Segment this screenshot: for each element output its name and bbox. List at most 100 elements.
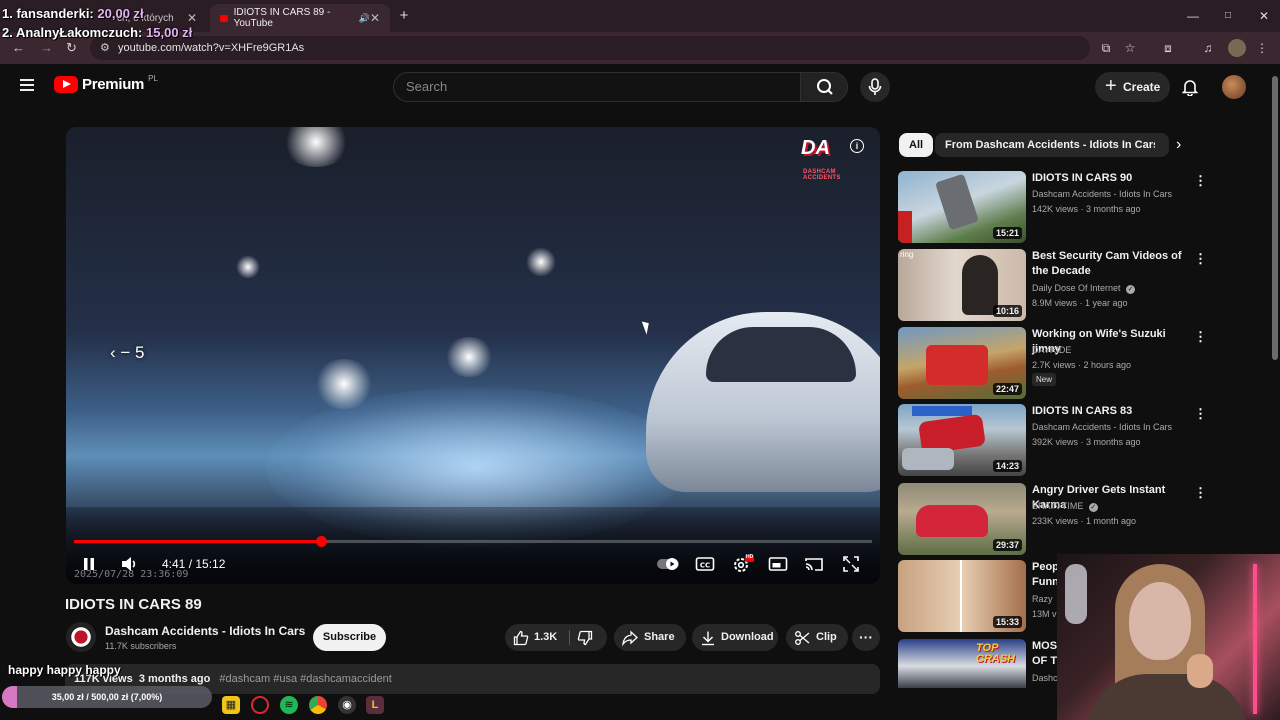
dislike-button[interactable] — [577, 630, 593, 657]
upload-age: 3 months ago — [138, 673, 211, 685]
more-actions-button[interactable]: ··· — [852, 624, 880, 651]
search-input[interactable]: Search — [393, 72, 801, 102]
seek-back-indicator: ‹ − 5 — [110, 343, 145, 362]
chip-all[interactable]: All — [899, 133, 934, 157]
recommendation-title[interactable]: IDIOTS IN CARS 90 — [1032, 171, 1190, 186]
search-button[interactable] — [800, 72, 848, 102]
chevron-right-icon[interactable]: › — [1176, 136, 1181, 154]
recommendation-channel[interactable]: Dashcam Accidents - Idiots In Cars — [1032, 189, 1172, 199]
install-app-icon[interactable]: ⧉ — [1098, 40, 1114, 56]
recommended-video[interactable]: 29:37 Angry Driver Gets Instant Karma BR… — [898, 483, 1207, 555]
share-label: Share — [644, 631, 675, 643]
recommended-video[interactable]: 22:47 Working on Wife's Suzuki jimny DAY… — [898, 327, 1207, 399]
verified-check-icon: ✓ — [1126, 285, 1136, 294]
duration-badge: 29:37 — [992, 539, 1022, 551]
maximize-button[interactable]: □ — [1218, 6, 1238, 26]
thumbnail-split — [960, 560, 962, 632]
more-vertical-icon[interactable]: ⋮ — [1194, 406, 1207, 422]
subscribe-button[interactable]: Subscribe — [313, 624, 386, 651]
pause-button[interactable] — [80, 552, 98, 576]
settings-button[interactable]: HD — [730, 552, 754, 576]
video-thumbnail[interactable]: TOP CRASH — [898, 639, 1026, 688]
autoplay-toggle[interactable] — [656, 552, 680, 576]
share-button[interactable]: Share — [614, 624, 686, 651]
theater-mode-button[interactable] — [767, 552, 789, 576]
hashtags[interactable]: #dashcam #usa #dashcamaccident — [219, 673, 391, 685]
more-vertical-icon[interactable]: ⋮ — [1194, 329, 1207, 345]
scrollbar-thumb[interactable] — [1272, 76, 1278, 360]
recommendation-title[interactable]: IDIOTS IN CARS 83 — [1032, 404, 1190, 419]
profile-avatar[interactable] — [1228, 39, 1246, 57]
obs-icon[interactable]: ◉ — [338, 696, 356, 714]
clip-button[interactable]: Clip — [786, 624, 848, 651]
recommendation-channel[interactable]: Dashc — [1032, 673, 1058, 683]
video-player[interactable]: DA DASHCAM ACCIDENTS i ‹ − 5 2025/07/28 … — [66, 127, 880, 584]
hamburger-menu-icon[interactable] — [20, 79, 34, 91]
description-meta: 117K views 3 months ago #dashcam #usa #d… — [74, 673, 392, 685]
more-vertical-icon[interactable]: ⋮ — [1194, 251, 1207, 267]
account-avatar[interactable] — [1222, 75, 1246, 99]
fullscreen-button[interactable] — [840, 552, 862, 576]
info-icon[interactable]: i — [850, 139, 864, 153]
close-window-button[interactable]: ✕ — [1254, 6, 1274, 26]
video-thumbnail[interactable]: 15:21 — [898, 171, 1026, 243]
browser-menu-icon[interactable]: ⋮ — [1254, 40, 1270, 56]
new-tab-button[interactable]: + — [394, 6, 414, 26]
video-thumbnail[interactable]: 22:47 — [898, 327, 1026, 399]
cast-button[interactable] — [803, 552, 825, 576]
taskbar-app-icon[interactable]: ▦ — [222, 696, 240, 714]
chip-from-channel[interactable]: From Dashcam Accidents - Idiots In Cars — [935, 133, 1170, 157]
video-thumbnail[interactable]: 14:23 — [898, 404, 1026, 476]
chrome-icon[interactable] — [309, 696, 327, 714]
recommendation-channel[interactable]: BRAIN TIME ✓ — [1032, 501, 1098, 512]
opera-icon[interactable] — [251, 696, 269, 714]
volume-button[interactable] — [118, 552, 140, 576]
minimize-button[interactable]: — — [1183, 6, 1203, 26]
recommendation-channel[interactable]: Razy — [1032, 594, 1053, 604]
video-thumbnail[interactable]: 15:33 — [898, 560, 1026, 632]
captions-button[interactable]: CC — [694, 552, 716, 576]
recommended-video[interactable]: 14:23 IDIOTS IN CARS 83 Dashcam Accident… — [898, 404, 1207, 476]
notifications-bell-icon[interactable] — [1182, 78, 1198, 96]
url-field[interactable]: ⚙ youtube.com/watch?v=XHFre9GR1As — [90, 36, 1090, 60]
new-badge: New — [1032, 373, 1057, 386]
hd-badge: HD — [746, 554, 754, 560]
verified-check-icon: ✓ — [1088, 503, 1098, 512]
browser-tab-active[interactable]: IDIOTS IN CARS 89 - YouTube 🔊 ✕ — [210, 4, 390, 32]
video-thumbnail[interactable]: ring 10:16 — [898, 249, 1026, 321]
media-control-icon[interactable]: ♫ — [1200, 40, 1216, 56]
channel-avatar[interactable] — [66, 622, 96, 652]
channel-name[interactable]: Dashcam Accidents - Idiots In Cars — [105, 624, 305, 638]
close-tab-icon[interactable]: ✕ — [187, 11, 197, 25]
download-button[interactable]: Download — [692, 624, 778, 651]
back-arrow-icon[interactable]: ← — [12, 40, 25, 55]
recommended-video[interactable]: ring 10:16 Best Security Cam Videos of t… — [898, 249, 1207, 321]
extensions-icon[interactable]: ⧈ — [1160, 40, 1176, 56]
reload-icon[interactable]: ↻ — [66, 40, 77, 56]
thumbs-up-icon — [513, 630, 529, 646]
recommendation-channel[interactable]: Daily Dose Of Internet ✓ — [1032, 283, 1136, 294]
recommended-video[interactable]: 15:21 IDIOTS IN CARS 90 Dashcam Accident… — [898, 171, 1207, 243]
chip-partial[interactable] — [1155, 133, 1167, 157]
create-button[interactable]: Create — [1095, 71, 1170, 102]
active-app-icon[interactable]: L — [366, 696, 384, 714]
bookmark-star-icon[interactable]: ☆ — [1122, 40, 1138, 56]
spotify-icon[interactable]: ≋ — [280, 696, 298, 714]
mouse-cursor — [641, 319, 653, 335]
forward-arrow-icon[interactable]: → — [40, 40, 53, 55]
audio-playing-icon[interactable]: 🔊 — [359, 13, 370, 24]
donation-entry: 1. fansanderki: 20,00 zł — [2, 6, 144, 21]
autoplay-icon — [657, 558, 679, 570]
more-vertical-icon[interactable]: ⋮ — [1194, 173, 1207, 189]
close-tab-icon[interactable]: ✕ — [370, 11, 380, 25]
voice-search-button[interactable] — [860, 72, 890, 102]
youtube-premium-logo[interactable]: Premium PL — [54, 74, 158, 93]
progress-bar[interactable] — [74, 536, 872, 547]
recommendation-channel[interactable]: Dashcam Accidents - Idiots In Cars — [1032, 422, 1172, 432]
like-button[interactable]: 1.3K — [505, 624, 569, 651]
webcam-lamp — [1065, 564, 1087, 624]
more-vertical-icon[interactable]: ⋮ — [1194, 485, 1207, 501]
recommendation-channel[interactable]: DAYRIDE — [1032, 345, 1071, 355]
video-thumbnail[interactable]: 29:37 — [898, 483, 1026, 555]
recommendation-title[interactable]: Best Security Cam Videos of the Decade — [1032, 249, 1190, 279]
